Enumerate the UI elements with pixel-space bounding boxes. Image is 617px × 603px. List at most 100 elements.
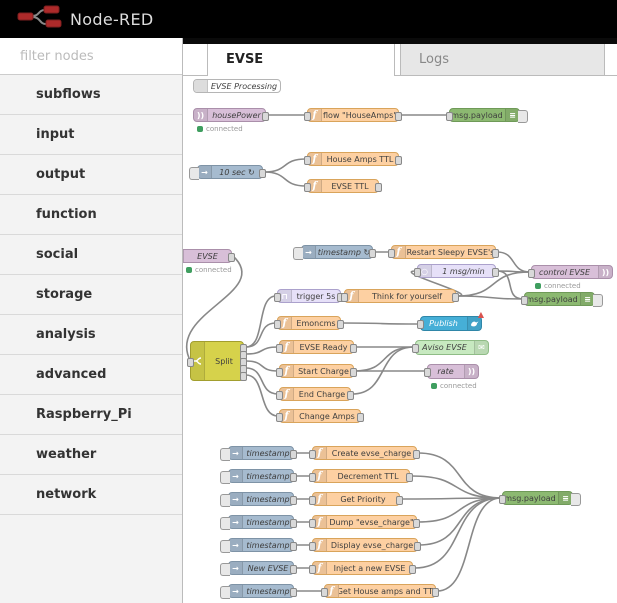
node-comment-evse-processing[interactable]: EVSE Processing <box>193 79 281 93</box>
sidebar-item-weather[interactable]: weather <box>0 435 182 475</box>
debug-toggle-button[interactable] <box>571 493 581 506</box>
output-port[interactable] <box>350 343 357 353</box>
filter-nodes-input[interactable] <box>18 47 162 65</box>
node-housepower[interactable]: )) housePower <box>193 108 269 122</box>
input-port[interactable] <box>276 412 283 422</box>
wire[interactable] <box>341 322 420 325</box>
node-ts2[interactable]: → timestamp <box>220 469 297 484</box>
node-split[interactable]: Split <box>187 341 247 381</box>
inject-button[interactable] <box>220 517 230 530</box>
node-house-amps-ttl[interactable]: f House Amps TTL <box>304 152 402 166</box>
input-port[interactable] <box>499 494 506 504</box>
output-port[interactable] <box>395 155 402 165</box>
node-ts5[interactable]: → timestamp <box>220 538 297 553</box>
input-port[interactable] <box>309 564 316 574</box>
node-decrement-ttl[interactable]: f Decrement TTL <box>309 469 413 483</box>
inject-button[interactable] <box>189 167 199 180</box>
sidebar-item-raspberry_pi[interactable]: Raspberry_Pi <box>0 395 182 435</box>
input-port[interactable] <box>446 111 453 121</box>
wire[interactable] <box>411 475 502 499</box>
node-trigger-5s[interactable]: ⊓ trigger 5s <box>274 289 344 303</box>
node-ts6[interactable]: → timestamp <box>220 584 297 599</box>
output-port[interactable] <box>409 564 416 574</box>
input-port[interactable] <box>276 343 283 353</box>
output-port[interactable] <box>357 412 364 422</box>
output-port[interactable] <box>262 111 269 121</box>
input-port[interactable] <box>321 587 328 597</box>
input-port[interactable] <box>309 495 316 505</box>
output-port[interactable] <box>414 541 421 551</box>
node-evse-ready[interactable]: f EVSE Ready <box>276 340 357 354</box>
node-start-charge[interactable]: f Start Charge <box>276 364 357 378</box>
wire[interactable] <box>263 158 307 173</box>
node-aviso-evse[interactable]: ✉ Aviso EVSE <box>412 340 489 355</box>
output-port[interactable] <box>492 267 499 277</box>
wire[interactable] <box>245 367 279 395</box>
wire[interactable] <box>456 295 524 300</box>
node-get-priority[interactable]: f Get Priority <box>309 492 403 506</box>
inject-button[interactable] <box>220 448 230 461</box>
output-port[interactable] <box>347 390 354 400</box>
input-port[interactable] <box>276 367 283 377</box>
output-port[interactable] <box>406 472 413 482</box>
node-emoncms[interactable]: f Emoncms <box>274 316 344 330</box>
output-port[interactable] <box>432 587 439 597</box>
sidebar-item-analysis[interactable]: analysis <box>0 315 182 355</box>
node-change-amps[interactable]: f Change Amps <box>276 409 364 423</box>
output-port[interactable] <box>259 168 266 178</box>
input-port[interactable] <box>412 344 419 353</box>
output-port[interactable] <box>290 587 297 597</box>
inject-button[interactable] <box>220 494 230 507</box>
output-port[interactable] <box>290 518 297 528</box>
node-msg-payload-top[interactable]: ≡ msg.payload <box>446 108 528 123</box>
inject-button[interactable] <box>220 563 230 576</box>
input-port[interactable] <box>309 541 316 551</box>
output-port[interactable] <box>228 252 235 262</box>
node-inject-a-new-evse[interactable]: f Inject a new EVSE <box>309 561 416 575</box>
node-evse-ttl[interactable]: f EVSE TTL <box>304 179 382 193</box>
input-port[interactable] <box>388 248 395 258</box>
output-port[interactable] <box>240 372 247 381</box>
output-port[interactable] <box>395 111 402 121</box>
node-ts1[interactable]: → timestamp <box>220 446 297 461</box>
input-port[interactable] <box>341 292 348 302</box>
wire[interactable] <box>245 360 279 372</box>
inject-button[interactable] <box>293 247 303 260</box>
node-dump-evse-charge[interactable]: f Dump "evse_charge" <box>309 515 420 529</box>
input-port[interactable] <box>528 268 535 278</box>
input-port[interactable] <box>304 155 311 165</box>
node-msg-payload-mid[interactable]: ≡ msg.payload <box>521 292 603 307</box>
input-port[interactable] <box>414 267 421 277</box>
output-port[interactable] <box>492 248 499 258</box>
node-inject-10sec[interactable]: → 10 sec ↻ <box>189 165 266 180</box>
inject-button[interactable] <box>220 540 230 553</box>
input-port[interactable] <box>309 518 316 528</box>
node-restart-sleepy[interactable]: f Restart Sleepy EVSE's <box>388 245 499 259</box>
output-port[interactable] <box>337 319 344 329</box>
node-ts3[interactable]: → timestamp <box>220 492 297 507</box>
output-port[interactable] <box>350 367 357 377</box>
input-port[interactable] <box>274 292 281 302</box>
sidebar-item-input[interactable]: input <box>0 115 182 155</box>
input-port[interactable] <box>274 319 281 329</box>
debug-toggle-button[interactable] <box>593 294 603 307</box>
output-port[interactable] <box>413 518 420 528</box>
inject-button[interactable] <box>220 471 230 484</box>
input-port[interactable] <box>521 295 528 305</box>
input-port[interactable] <box>187 357 194 367</box>
node-ts4[interactable]: → timestamp <box>220 515 297 530</box>
output-port[interactable] <box>290 564 297 574</box>
node-msg-payload-bottom[interactable]: ≡ msg.payload <box>499 491 581 506</box>
node-new-evse[interactable]: → New EVSE <box>220 561 297 576</box>
wire[interactable] <box>417 452 502 499</box>
node-display-evse-charge[interactable]: f Display evse_charge <box>309 538 421 552</box>
sidebar-item-advanced[interactable]: advanced <box>0 355 182 395</box>
wire[interactable] <box>263 171 307 187</box>
node-rate[interactable]: )) rate <box>424 364 479 379</box>
wire[interactable] <box>245 346 279 355</box>
tab-evse[interactable]: EVSE <box>207 44 395 76</box>
wire[interactable] <box>496 251 531 273</box>
output-port[interactable] <box>413 449 420 459</box>
debug-toggle-button[interactable] <box>518 110 528 123</box>
sidebar-item-social[interactable]: social <box>0 235 182 275</box>
